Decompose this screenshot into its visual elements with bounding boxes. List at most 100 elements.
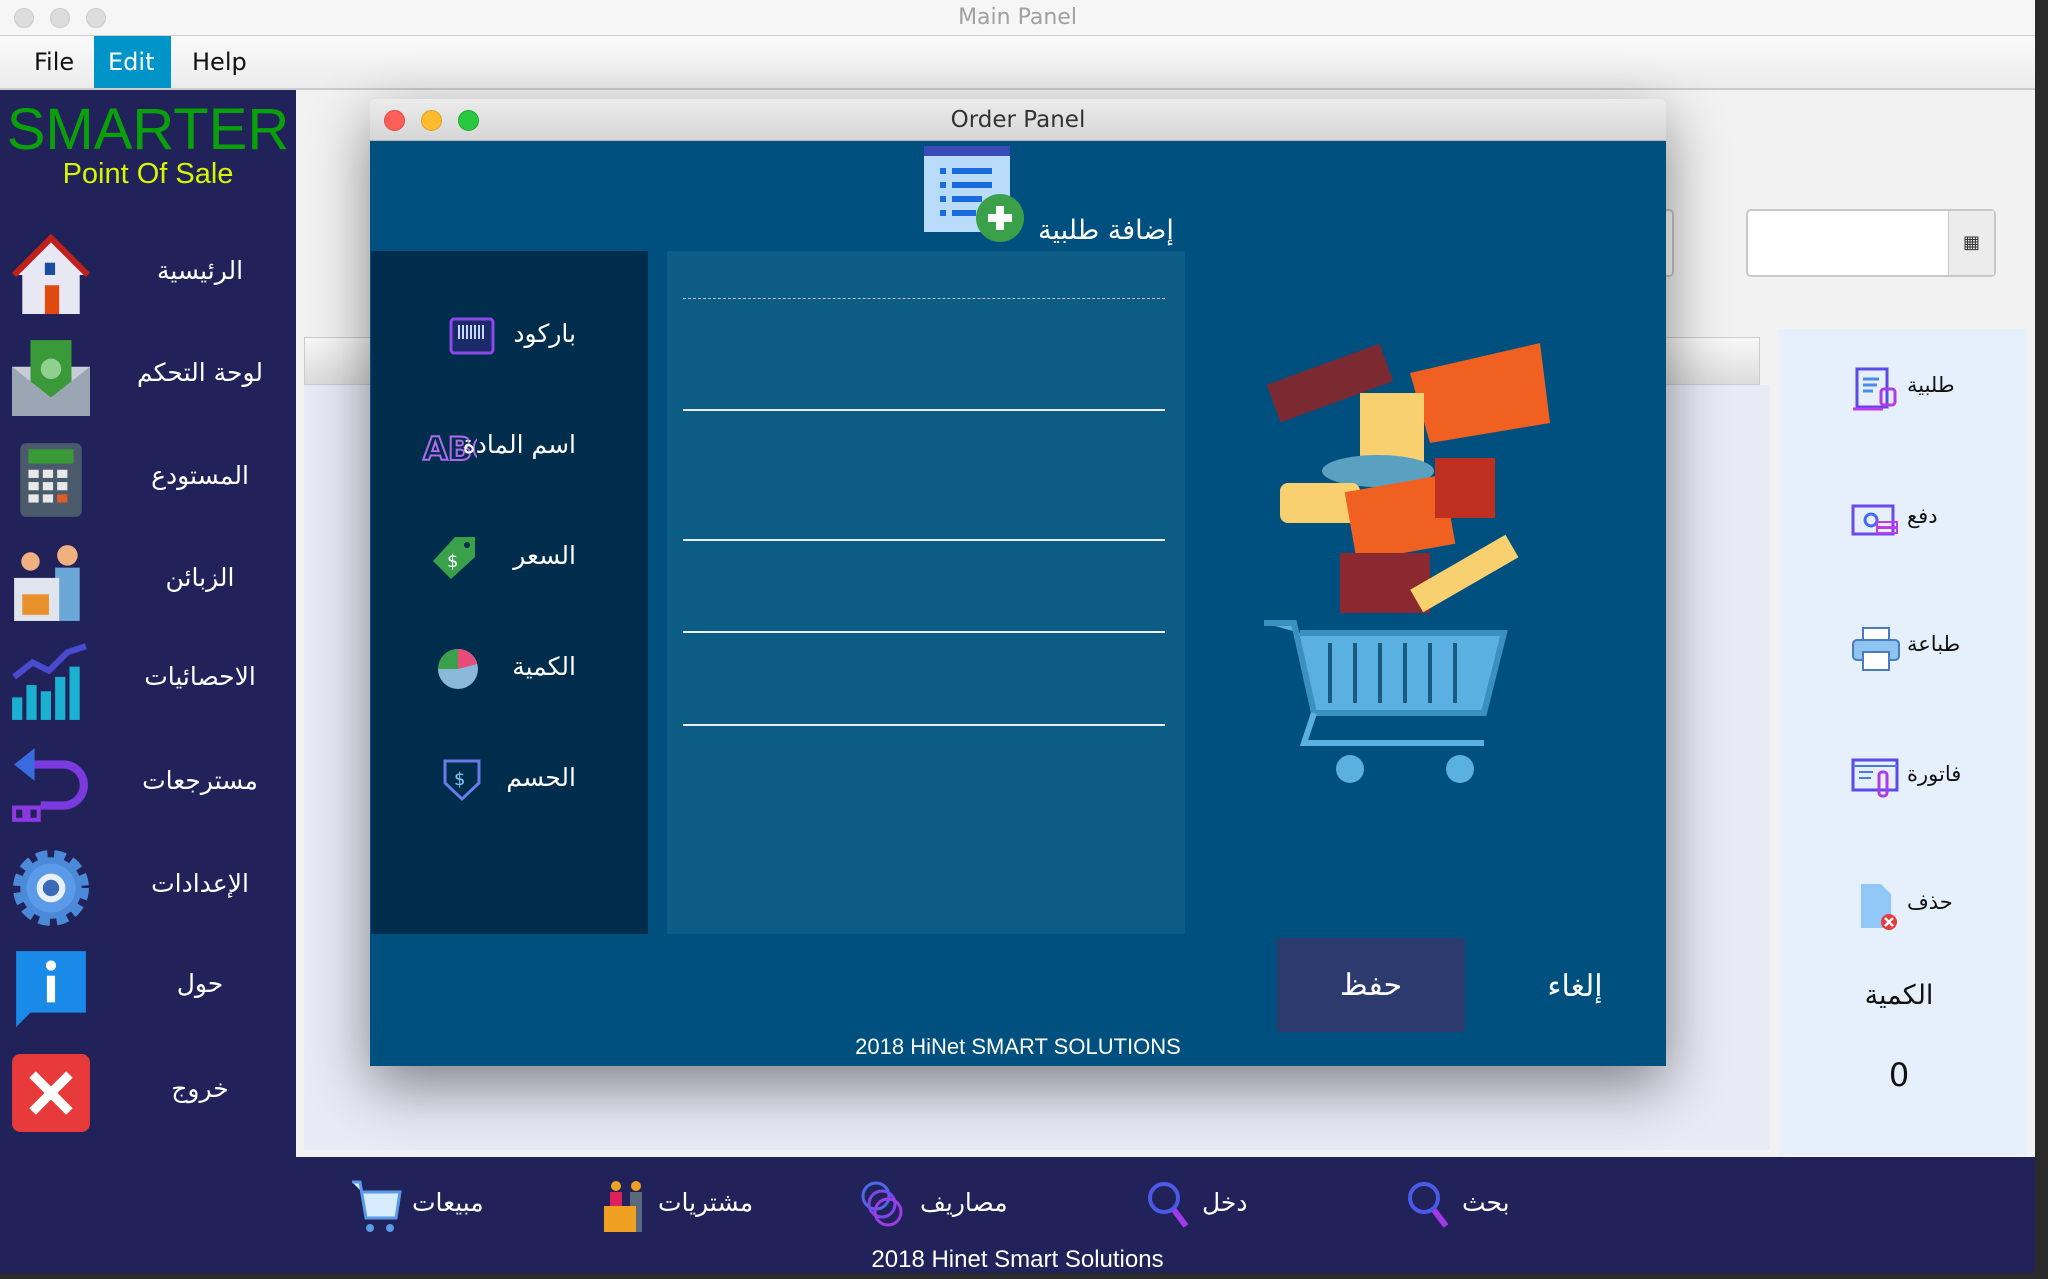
sidebar-item-about[interactable]: حول	[0, 939, 296, 1035]
svg-text:$: $	[447, 551, 458, 572]
add-order-icon	[924, 146, 1024, 242]
order-icon	[1853, 367, 1897, 411]
field-inputs-panel	[667, 251, 1185, 934]
purchases-label: مشتريات	[658, 1188, 754, 1217]
shopping-illustration	[1264, 343, 1550, 783]
zoom-window-button[interactable]	[86, 8, 106, 28]
barcode-icon	[449, 317, 495, 355]
item-name-label: اسم المادة	[462, 430, 576, 459]
quantity-value: 0	[1888, 1056, 1910, 1094]
coins-icon	[861, 1181, 903, 1227]
main-window-titlebar: Main Panel	[0, 0, 2035, 36]
delete-label: حذف	[1907, 890, 1953, 914]
discount-input[interactable]	[683, 682, 1165, 726]
sidebar-item-label: الزبائن	[165, 563, 235, 592]
menu-file[interactable]: File	[20, 36, 88, 88]
quantity-field-label: الكمية	[512, 652, 576, 681]
sidebar-item-warehouse[interactable]: المستودع	[0, 431, 296, 527]
purchases-button[interactable]: مشتريات	[602, 1180, 762, 1232]
sidebar-item-label: المستودع	[151, 461, 249, 490]
price-input[interactable]	[683, 497, 1165, 541]
payment-icon	[1851, 504, 1898, 536]
cart-icon	[352, 1180, 402, 1232]
date-input[interactable]: ▦	[1746, 209, 1996, 277]
sidebar-item-label: خروج	[171, 1074, 229, 1103]
cancel-button[interactable]: إلغاء	[1500, 961, 1650, 1011]
customers-icon	[14, 545, 80, 621]
money-envelope-icon	[12, 340, 90, 416]
quantity-input[interactable]	[683, 589, 1165, 633]
order-label: طلبية	[1907, 373, 1955, 397]
dialog-body: إضافة طلبية باركود ABC اسم المادة $ السع…	[370, 141, 1666, 1066]
return-arrow-icon	[12, 748, 88, 822]
sales-button[interactable]: مبيعات	[350, 1180, 490, 1232]
dialog-title: Order Panel	[950, 107, 1086, 133]
order-panel-dialog: Order Panel إضافة طلبية باركود ABC اسم ا…	[370, 99, 1666, 1066]
print-button[interactable]: طباعة	[1779, 618, 2027, 678]
dialog-zoom-button[interactable]	[458, 110, 479, 131]
purchases-icon	[604, 1181, 642, 1232]
order-button[interactable]: طلبية	[1779, 359, 2027, 419]
menu-help[interactable]: Help	[178, 36, 261, 88]
minimize-window-button[interactable]	[50, 8, 70, 28]
discount-label: الحسم	[506, 763, 576, 792]
dialog-close-button[interactable]	[384, 110, 405, 131]
payment-button[interactable]: دفع	[1779, 490, 2027, 550]
discount-icon: $	[443, 759, 481, 802]
brand-subtitle: Point Of Sale	[62, 158, 234, 190]
sidebar-item-home[interactable]: الرئيسية	[0, 226, 296, 322]
income-label: دخل	[1202, 1188, 1248, 1217]
income-button[interactable]: دخل	[1146, 1180, 1256, 1230]
sidebar-item-label: حول	[176, 969, 224, 998]
quantity-label: الكمية	[1864, 980, 1934, 1011]
printer-icon	[1852, 627, 1900, 671]
info-icon	[16, 951, 86, 1027]
search-icon	[1408, 1182, 1449, 1228]
brand-name: SMARTER	[6, 97, 290, 162]
item-name-label-row: ABC اسم المادة	[371, 422, 648, 472]
calendar-icon[interactable]: ▦	[1948, 211, 1994, 275]
sidebar-item-dashboard[interactable]: لوحة التحكم	[0, 328, 296, 424]
sidebar-item-exit[interactable]: خروج	[0, 1044, 296, 1140]
field-labels-panel: باركود ABC اسم المادة $ السعر الكمية $ ا…	[371, 251, 648, 934]
barcode-input[interactable]	[683, 255, 1165, 299]
menu-edit[interactable]: Edit	[94, 36, 171, 88]
expenses-label: مصاريف	[920, 1188, 1008, 1217]
sidebar-item-returns[interactable]: مسترجعات	[0, 736, 296, 832]
invoice-label: فاتورة	[1907, 762, 1962, 786]
expenses-button[interactable]: مصاريف	[860, 1180, 1020, 1230]
search-icon	[1148, 1182, 1189, 1228]
svg-text:$: $	[454, 769, 465, 790]
sidebar-item-label: مسترجعات	[142, 766, 258, 795]
close-window-button[interactable]	[14, 8, 34, 28]
sidebar-item-statistics[interactable]: الاحصائيات	[0, 632, 296, 728]
barcode-label: باركود	[513, 319, 576, 348]
item-name-input[interactable]	[683, 367, 1165, 411]
dialog-titlebar: Order Panel	[370, 99, 1666, 141]
invoice-button[interactable]: فاتورة	[1779, 748, 2027, 808]
home-icon	[11, 234, 91, 314]
price-label-row: $ السعر	[371, 533, 648, 583]
window-title: Main Panel	[958, 5, 1077, 30]
discount-label-row: $ الحسم	[371, 755, 648, 805]
print-label: طباعة	[1907, 632, 1961, 656]
quantity-label-row: الكمية	[371, 644, 648, 694]
gear-icon	[13, 850, 89, 926]
search-button[interactable]: بحث	[1406, 1180, 1516, 1230]
save-button[interactable]: حفظ	[1277, 938, 1465, 1032]
price-tag-icon: $	[433, 537, 475, 579]
bar-chart-icon	[12, 643, 87, 720]
sidebar-item-label: الرئيسية	[156, 256, 244, 285]
sidebar-item-settings[interactable]: الإعدادات	[0, 839, 296, 935]
sidebar-item-label: لوحة التحكم	[136, 358, 264, 387]
invoice-icon	[1851, 758, 1899, 798]
calculator-icon	[20, 443, 82, 517]
pie-chart-icon	[438, 649, 478, 689]
dialog-header-title: إضافة طلبية	[1038, 215, 1174, 246]
sidebar-item-customers[interactable]: الزبائن	[0, 533, 296, 629]
dialog-minimize-button[interactable]	[421, 110, 442, 131]
close-icon	[12, 1054, 90, 1132]
delete-button[interactable]: حذف	[1779, 876, 2027, 936]
payment-label: دفع	[1907, 504, 1938, 528]
price-label: السعر	[513, 541, 576, 570]
